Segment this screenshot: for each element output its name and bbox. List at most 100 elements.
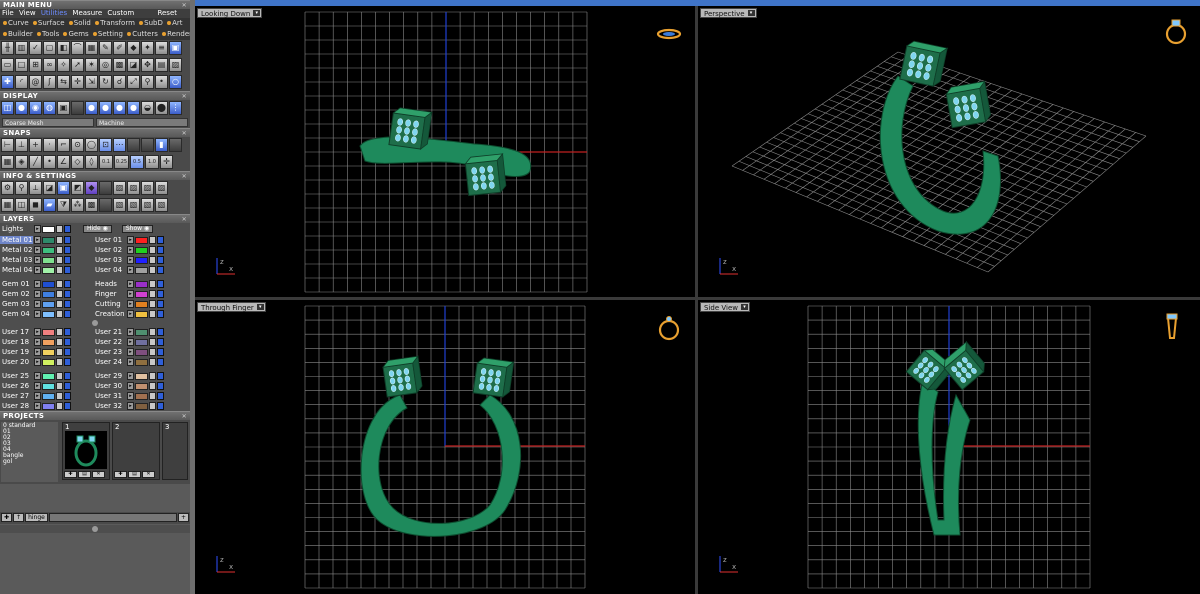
layer-color-swatch[interactable] [42,402,55,410]
layer-name[interactable]: User 27 [0,392,33,400]
layer-color-swatch[interactable] [135,328,148,336]
layer-name[interactable]: Metal 01 [0,236,33,244]
hinge-button[interactable]: hinge [25,513,48,522]
snap-cross-icon[interactable]: + [29,138,42,152]
layer-lock-icon[interactable] [56,392,63,400]
layer-visibility-icon[interactable] [157,338,164,346]
snap-corner-icon[interactable]: ⌐ [57,138,70,152]
layer-item[interactable]: Gem 03 ▸ [0,300,93,308]
slot-delete-icon[interactable]: ✕ [142,471,155,478]
layer-item[interactable]: Metal 04 ▸ [0,266,93,274]
lock-icon[interactable] [56,225,63,233]
layer-item[interactable]: User 25 ▸ [0,372,93,380]
layer-item[interactable]: Gem 02 ▸ [0,290,93,298]
layer-color-swatch[interactable] [42,372,55,380]
module-curve[interactable]: Curve [1,19,29,27]
layer-lock-icon[interactable] [56,382,63,390]
info-palette-a-icon[interactable]: ▧ [113,198,126,212]
viewport-perspective[interactable]: z x Perspective ▾ [698,6,1200,297]
frame-tool-icon[interactable]: ▭ [1,58,14,72]
snap-value-0-1[interactable]: 0.1 [99,155,113,169]
layer-arrow-icon[interactable]: ▸ [127,246,134,254]
arrow-tool-icon[interactable]: ➚ [71,58,84,72]
pin-tool-icon[interactable]: ⚲ [141,75,154,89]
layer-item[interactable]: User 03 ▸ [93,256,186,264]
layer-visibility-icon[interactable] [157,246,164,254]
layer-visibility-icon[interactable] [157,392,164,400]
layer-name[interactable]: Metal 02 [0,246,33,254]
viewport-canvas[interactable]: zx [195,300,695,594]
layer-arrow-icon[interactable]: ▸ [34,266,41,274]
layer-visibility-icon[interactable] [64,256,71,264]
snap-toggle-icon[interactable]: ▮ [155,138,168,152]
snap-grid-icon[interactable]: ⊡ [99,138,112,152]
layer-item[interactable]: User 17 ▸ [0,328,93,336]
layer-name[interactable]: User 17 [0,328,33,336]
layer-lock-icon[interactable] [56,348,63,356]
add-project-icon[interactable]: ✚ [1,513,13,522]
close-icon[interactable]: ✕ [182,172,187,181]
layers-tool-icon[interactable]: ≡ [155,41,168,55]
module-cutters[interactable]: Cutters [125,30,158,38]
layer-visibility-icon[interactable] [64,402,71,410]
star-tool-icon[interactable]: ✧ [57,58,70,72]
chevron-down-icon[interactable]: ▾ [740,304,748,310]
snap-settings-icon[interactable]: ✛ [160,155,173,169]
layer-lock-icon[interactable] [56,280,63,288]
info-palette-c-icon[interactable]: ▧ [141,198,154,212]
layer-lock-icon[interactable] [149,310,156,318]
scroll-track[interactable] [48,513,177,522]
scale-tool-icon[interactable]: ⤢ [127,75,140,89]
render-view-icon[interactable]: ◉ [29,101,42,115]
layer-visibility-icon[interactable] [157,328,164,336]
info-box-icon[interactable]: ▣ [57,181,70,195]
layer-item[interactable]: User 27 ▸ [0,392,93,400]
layer-arrow-icon[interactable]: ▸ [34,236,41,244]
layer-visibility-icon[interactable] [157,348,164,356]
layer-color-swatch[interactable] [42,392,55,400]
layer-color-swatch[interactable] [42,280,55,288]
layer-name[interactable]: User 21 [93,328,126,336]
module-solid[interactable]: Solid [67,19,91,27]
layer-lock-icon[interactable] [56,256,63,264]
info-purple-cube-icon[interactable]: ◆ [85,181,98,195]
layer-item[interactable]: Gem 01 ▸ [0,280,93,288]
info-split-icon[interactable]: ◫ [15,198,28,212]
gem-tool-icon[interactable]: ◆ [127,41,140,55]
layer-color-swatch[interactable] [135,246,148,254]
layer-visibility-icon[interactable] [64,392,71,400]
layer-item[interactable]: User 31 ▸ [93,392,186,400]
menu-view[interactable]: View [19,9,36,17]
arc-tool-icon[interactable]: ◜ [15,75,28,89]
layer-lock-icon[interactable] [149,300,156,308]
info-filter-icon[interactable]: ⧩ [57,198,70,212]
chevron-down-icon[interactable]: ▾ [747,10,755,16]
slot-add-icon[interactable]: ✚ [64,471,77,478]
layer-color-swatch[interactable] [135,358,148,366]
box-tool-icon[interactable]: ▢ [43,41,56,55]
layer-item[interactable]: Cutting ▸ [93,300,186,308]
layer-name[interactable]: User 32 [93,402,126,410]
viewport-label-dropdown[interactable]: Looking Down ▾ [197,8,263,18]
layer-visibility-icon[interactable] [64,338,71,346]
layer-item[interactable]: Metal 01 ▸ [0,236,93,244]
module-subd[interactable]: SubD [137,19,163,27]
menu-utilities[interactable]: Utilities [41,9,67,17]
layer-color-swatch[interactable] [42,328,55,336]
module-transform[interactable]: Transform [93,19,135,27]
layer-lock-icon[interactable] [56,402,63,410]
wand-tool-icon[interactable]: ✶ [85,58,98,72]
layer-item[interactable]: User 29 ▸ [93,372,186,380]
layer-lock-icon[interactable] [149,338,156,346]
layer-arrow-icon[interactable]: ▸ [34,290,41,298]
layer-arrow-icon[interactable]: ▸ [34,310,41,318]
layer-name[interactable]: User 03 [93,256,126,264]
layer-arrow-icon[interactable]: ▸ [127,328,134,336]
layer-arrow-icon[interactable]: ▸ [34,402,41,410]
layer-lock-icon[interactable] [149,280,156,288]
layer-item[interactable]: Finger ▸ [93,290,186,298]
environment-icon[interactable]: ◒ [141,101,154,115]
layer-name[interactable]: User 23 [93,348,126,356]
snap-diamond-icon[interactable]: ◇ [71,155,84,169]
layer-arrow-icon[interactable]: ▸ [34,372,41,380]
